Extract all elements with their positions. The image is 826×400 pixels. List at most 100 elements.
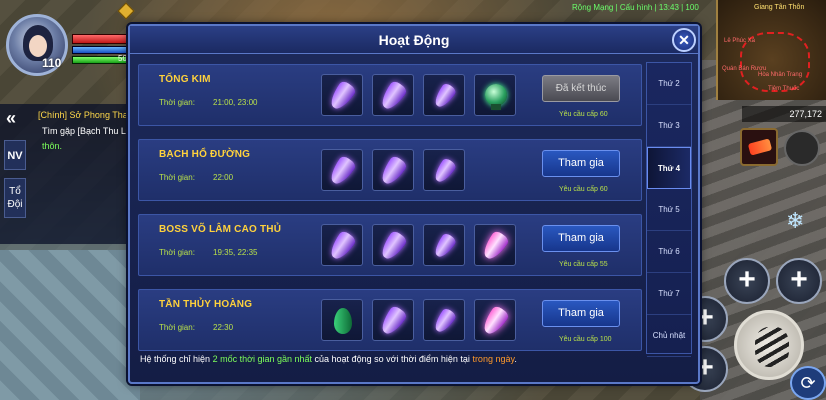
reward-slot[interactable] (423, 149, 465, 191)
tab-day[interactable]: Thứ 7 (647, 273, 691, 315)
quest-text-target: [Bạch Thu Lê] (77, 126, 134, 136)
snowflake-icon[interactable]: ❄ (786, 208, 804, 234)
tab-team-label: Tổ Đội (7, 186, 23, 210)
reward-slot[interactable] (372, 224, 414, 266)
gear-icon[interactable] (784, 130, 820, 166)
quest-text-post: thôn. (42, 141, 63, 151)
activity-row: TỐNG KIM Thời gian: 21:00, 23:00 Đã kết thú… (138, 64, 642, 126)
green-leaf-icon (334, 308, 352, 334)
join-button[interactable]: Tham gia (542, 150, 620, 177)
tab-day[interactable]: Chủ nhật (647, 315, 691, 357)
footer-highlight-orange: trong ngày (472, 354, 515, 364)
reward-slot[interactable] (423, 74, 465, 116)
tab-quest[interactable]: NV (4, 140, 26, 170)
purple-crystal-icon (326, 229, 358, 263)
activity-time-label: Thời gian: (159, 173, 195, 182)
xp-text: 50 (118, 54, 127, 63)
join-button[interactable]: Tham gia (542, 225, 620, 252)
reward-slot[interactable] (423, 299, 465, 341)
level-requirement: Yêu cầu cấp 60 (559, 186, 608, 193)
activity-list: TỐNG KIM Thời gian: 21:00, 23:00 Đã kết thú… (138, 64, 642, 364)
reward-slot[interactable] (321, 224, 363, 266)
purple-crystal-icon (326, 154, 358, 188)
reward-slot[interactable] (372, 149, 414, 191)
add-skill-button[interactable]: + (724, 258, 770, 304)
purple-crystal-icon (431, 156, 458, 186)
minimap-location-name: Giang Tân Thôn (754, 4, 805, 11)
activity-row: BẠCH HỔ ĐƯỜNG Thời gian: 22:00 Tham gia Yêu … (138, 139, 642, 201)
activity-row: BOSS VÕ LÂM CAO THỦ Thời gian: 19:35, 22:3… (138, 214, 642, 276)
activity-row: TẦN THỦY HOÀNG Thời gian: 22:30 Tham gia Yêu… (138, 289, 642, 351)
double-chevron-left-icon[interactable]: « (6, 108, 16, 129)
status-strip: Rộng Mạng | Cấu hình | 13:43 | 100 (572, 3, 699, 12)
purple-crystal-icon (377, 229, 409, 263)
activity-dialog: Hoạt Động TỐNG KIM Thời gian: 21:00, 23:00… (128, 24, 700, 384)
pink-crystal-icon (479, 229, 511, 263)
reward-slot[interactable] (321, 74, 363, 116)
reward-slot[interactable] (372, 299, 414, 341)
purple-crystal-icon (377, 304, 409, 338)
close-button[interactable]: ✕ (672, 28, 696, 52)
reward-slot[interactable] (474, 299, 516, 341)
minimap-label: Lê Phúc Xá (724, 38, 756, 44)
activity-name: TỐNG KIM (159, 74, 211, 85)
activity-name: TẦN THỦY HOÀNG (159, 299, 253, 310)
tab-day[interactable]: Thứ 5 (647, 189, 691, 231)
combat-power: 277,172 (742, 106, 826, 122)
level-requirement: Yêu cầu cấp 60 (559, 111, 608, 118)
quest-description[interactable]: Tìm gặp [Bạch Thu Lê] thôn. (42, 124, 134, 154)
swap-icon[interactable]: ⟳ (790, 366, 826, 400)
tab-day[interactable]: Thứ 6 (647, 231, 691, 273)
ended-button[interactable]: Đã kết thúc (542, 75, 620, 102)
level-requirement: Yêu cầu cấp 55 (559, 261, 608, 268)
join-button[interactable]: Tham gia (542, 300, 620, 327)
activity-name: BOSS VÕ LÂM CAO THỦ (159, 224, 282, 235)
reward-slot[interactable] (321, 299, 363, 341)
activity-time: 22:00 (213, 173, 234, 182)
day-tabs: Thứ 2 Thứ 3 Thứ 4 Thứ 5 Thứ 6 Thứ 7 Chủ nhật (646, 62, 692, 357)
add-skill-button[interactable]: + (776, 258, 822, 304)
pink-crystal-icon (479, 304, 511, 338)
activity-time: 21:00, 23:00 (213, 98, 258, 107)
activity-name: BẠCH HỔ ĐƯỜNG (159, 149, 251, 160)
reward-slot[interactable] (474, 224, 516, 266)
purple-crystal-icon (377, 79, 409, 113)
tab-day[interactable]: Thứ 4 (647, 147, 691, 189)
dialog-title: Hoạt Động (130, 26, 698, 54)
reward-slot[interactable] (423, 224, 465, 266)
purple-crystal-icon (431, 81, 458, 111)
activity-time: 22:30 (213, 323, 234, 332)
activity-time-label: Thời gian: (159, 323, 195, 332)
footer-note: Hệ thống chỉ hiện 2 mốc thời gian gần nh… (140, 354, 640, 364)
footer-part: . (514, 354, 517, 364)
minimap[interactable]: Giang Tân Thôn Lê Phúc Xá Quán Bán Rượu … (716, 0, 826, 100)
purple-crystal-icon (377, 154, 409, 188)
footer-part: Hệ thống chỉ hiện (140, 354, 213, 364)
level-requirement: Yêu cầu cấp 100 (559, 336, 612, 343)
activity-time-label: Thời gian: (159, 248, 195, 257)
mp-bar (72, 46, 128, 54)
purple-crystal-icon (326, 79, 358, 113)
street-area (0, 250, 140, 400)
tab-day[interactable]: Thứ 3 (647, 105, 691, 147)
avatar-face (29, 35, 47, 57)
reward-slot[interactable] (321, 149, 363, 191)
quick-item-slot[interactable] (740, 128, 778, 166)
quest-text-pre: Tìm gặp (42, 126, 78, 136)
reward-slot[interactable] (474, 74, 516, 116)
minimap-label: Hòa Nhân Trang (758, 72, 803, 78)
purple-crystal-icon (431, 306, 458, 336)
footer-highlight: 2 mốc thời gian gần nhất (212, 354, 313, 364)
activity-time: 19:35, 22:35 (213, 248, 258, 257)
player-level: 110 (42, 56, 62, 70)
attack-button[interactable] (734, 310, 804, 380)
minimap-label: Tiệm Thuốc (768, 86, 800, 92)
red-gem-icon (747, 138, 773, 156)
jade-orb-icon (485, 84, 507, 110)
tab-team[interactable]: Tổ Đội (4, 178, 26, 218)
tab-day[interactable]: Thứ 2 (647, 63, 691, 105)
hp-bar (72, 34, 128, 44)
footer-part: của hoạt động so với thời điểm hiện tại (312, 354, 473, 364)
reward-slot[interactable] (372, 74, 414, 116)
activity-time-label: Thời gian: (159, 98, 195, 107)
